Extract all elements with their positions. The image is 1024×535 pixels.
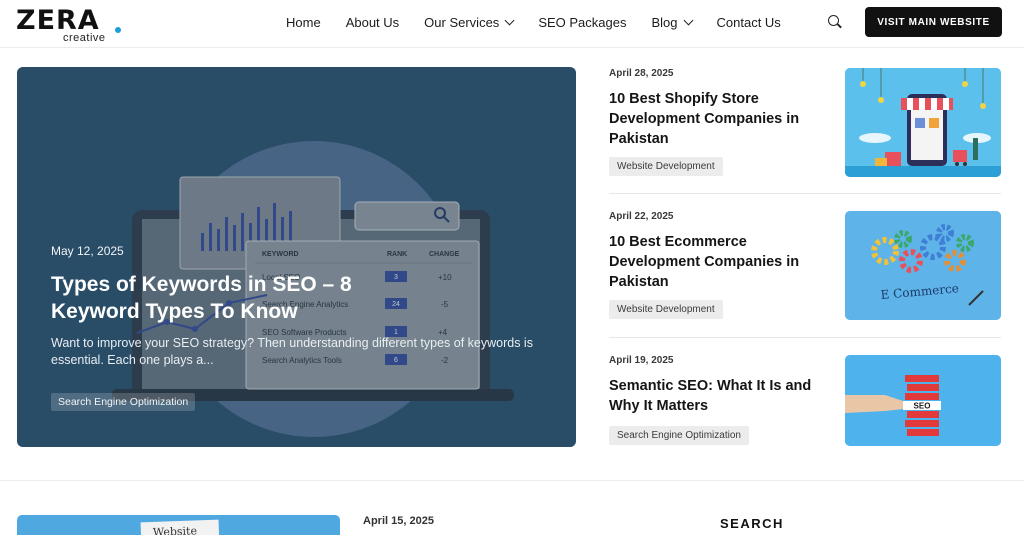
nav-seo-packages[interactable]: SEO Packages: [538, 15, 626, 30]
list-item[interactable]: April 19, 2025 Semantic SEO: What It Is …: [609, 355, 1001, 467]
logo[interactable]: ZERA creative: [16, 6, 126, 44]
nav-contact-label: Contact Us: [716, 15, 781, 30]
shopper: [973, 138, 978, 160]
list-item[interactable]: April 22, 2025 10 Best Ecommerce Develop…: [609, 211, 1001, 323]
post-category-tag[interactable]: Website Development: [609, 300, 723, 319]
logo-tagline: creative: [63, 32, 106, 44]
main-nav: Home About Us Our Services SEO Packages …: [286, 15, 806, 30]
website-card-art: Website: [140, 519, 220, 535]
nav-blog-label: Blog: [651, 15, 678, 30]
post-thumbnail[interactable]: [845, 68, 1001, 177]
search-icon[interactable]: [828, 15, 842, 29]
seo-block-text: SEO: [914, 402, 931, 411]
ecommerce-gears-icon: E Commerce: [845, 211, 1001, 320]
section-divider: [0, 480, 1024, 481]
nav-contact[interactable]: Contact Us: [717, 15, 781, 30]
post-date: April 22, 2025: [609, 211, 674, 222]
hero-excerpt: Want to improve your SEO strategy? Then …: [51, 336, 533, 367]
post-category-tag[interactable]: Website Development: [609, 157, 723, 176]
post-thumbnail[interactable]: SEO: [845, 355, 1001, 446]
logo-dot: [115, 27, 121, 33]
nav-seo-packages-label: SEO Packages: [538, 15, 627, 30]
post-date: April 19, 2025: [609, 355, 674, 366]
nav-home[interactable]: Home: [286, 15, 321, 30]
list-item[interactable]: April 28, 2025 10 Best Shopify Store Dev…: [609, 68, 1001, 180]
post-date: April 15, 2025: [363, 515, 434, 527]
nav-about[interactable]: About Us: [346, 15, 399, 30]
featured-post[interactable]: KEYWORD RANK CHANGE Local SEO 3 +10 Sear…: [17, 67, 576, 447]
post-thumbnail[interactable]: E Commerce: [845, 211, 1001, 320]
nav-services[interactable]: Our Services: [424, 15, 515, 30]
post-thumbnail[interactable]: Website: [17, 515, 340, 535]
post-divider: [609, 337, 1001, 338]
post-title[interactable]: Semantic SEO: What It Is and Why It Matt…: [609, 376, 814, 416]
nav-home-label: Home: [286, 15, 321, 30]
site-header: ZERA creative Home About Us Our Services…: [0, 0, 1024, 48]
chevron-down-icon: [683, 15, 693, 26]
post-title[interactable]: 10 Best Ecommerce Development Companies …: [609, 232, 814, 292]
shopping-bag: [885, 152, 901, 166]
hero-title[interactable]: Types of Keywords in SEO – 8 Keyword Typ…: [51, 271, 371, 325]
nav-services-label: Our Services: [424, 15, 500, 30]
shopping-cart: [953, 150, 967, 162]
search-icon-handle: [837, 23, 842, 29]
hero-category-tag[interactable]: Search Engine Optimization: [51, 393, 196, 411]
chevron-down-icon: [504, 15, 515, 26]
post-divider: [609, 193, 1001, 194]
post-title[interactable]: 10 Best Shopify Store Development Compan…: [609, 89, 814, 149]
nav-about-label: About Us: [345, 15, 400, 30]
nav-blog[interactable]: Blog: [651, 15, 693, 30]
post-category-tag[interactable]: Search Engine Optimization: [609, 426, 749, 445]
sidebar-search-heading: SEARCH: [720, 516, 784, 531]
seo-blocks-icon: SEO: [845, 355, 1001, 446]
post-date: April 28, 2025: [609, 68, 674, 79]
visit-main-website-button[interactable]: VISIT MAIN WEBSITE: [865, 7, 1002, 37]
shopify-store-icon: [845, 68, 1001, 177]
hero-date: May 12, 2025: [51, 244, 124, 258]
